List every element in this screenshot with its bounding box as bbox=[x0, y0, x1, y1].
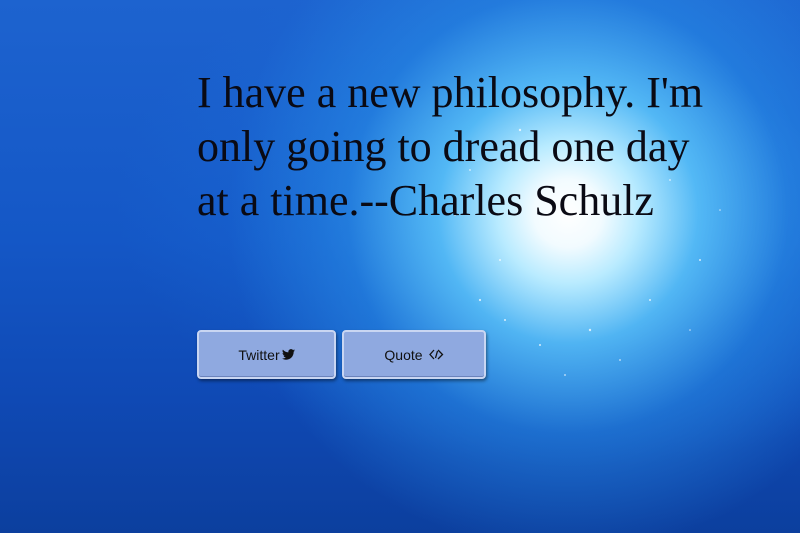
quote-text: I have a new philosophy. I'm only going … bbox=[197, 68, 704, 225]
quote-container: I have a new philosophy. I'm only going … bbox=[197, 66, 717, 228]
quote-button-label: Quote bbox=[384, 346, 423, 363]
twitter-button-label: Twitter bbox=[238, 346, 280, 363]
twitter-bird-icon bbox=[281, 349, 295, 360]
action-buttons: Twitter Quote bbox=[197, 330, 486, 379]
new-quote-button[interactable]: Quote bbox=[342, 330, 486, 379]
twitter-button[interactable]: Twitter bbox=[197, 330, 336, 379]
code-chevrons-icon bbox=[428, 349, 444, 360]
quote-page: { "quote": { "text": "I have a new philo… bbox=[0, 0, 800, 533]
